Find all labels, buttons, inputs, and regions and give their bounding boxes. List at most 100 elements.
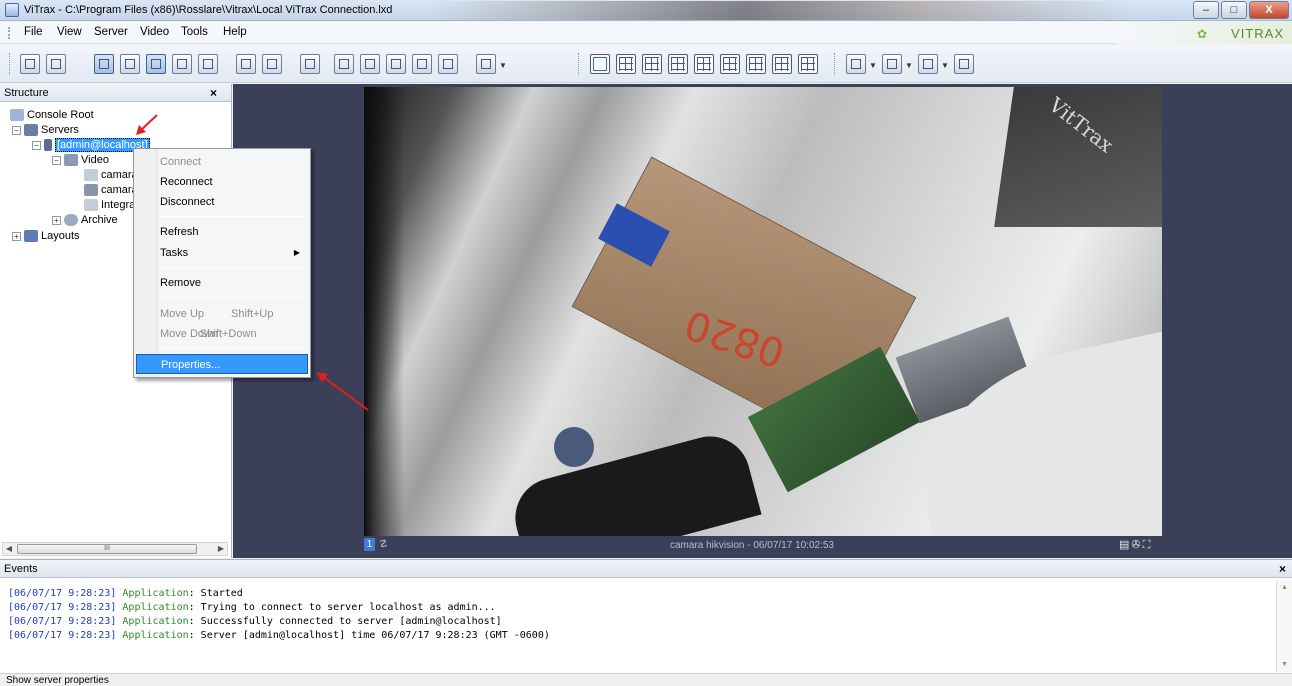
structure-close-icon[interactable]: × [210,86,217,100]
menu-connect[interactable]: Connect [136,152,308,172]
menu-tasks[interactable]: Tasks ▶ [136,243,308,263]
save-icon[interactable] [46,54,66,74]
scroll-thumb[interactable]: III [17,544,197,554]
window-title: ViTrax - C:\Program Files (x86)\Rosslare… [24,4,393,16]
ptz-preset-icon[interactable] [360,54,380,74]
layout-1plus12-icon[interactable] [772,54,792,74]
archive-icon [64,214,78,227]
event-time: [06/07/17 9:28:23] [8,630,117,641]
black-bag [506,427,762,536]
close-button[interactable]: X [1249,1,1289,19]
camera-view-icon[interactable] [846,54,866,74]
export-icon[interactable] [386,54,406,74]
layout-1plus7-icon[interactable] [720,54,740,74]
layout-2plus8-icon[interactable] [746,54,766,74]
motion-dropdown-icon[interactable]: ▼ [941,61,949,70]
video-area: VitTrax 0820 1 ☡ camara hikvision - 06/0… [233,84,1292,558]
menu-view[interactable]: View [55,26,84,38]
hand-pan-icon[interactable] [882,54,902,74]
menu-reconnect-label: Reconnect [160,176,213,188]
toolbar-separator [834,53,835,75]
menu-remove[interactable]: Remove [136,273,308,293]
menu-help[interactable]: Help [221,26,249,38]
layout-1plus5-icon[interactable] [694,54,714,74]
camera-video-feed[interactable]: VitTrax 0820 [364,87,1162,536]
toolbar: ▼ ▼ ▼ ▼ [0,45,1292,83]
menu-separator [160,216,308,217]
menu-refresh[interactable]: Refresh [136,222,308,242]
document-icon[interactable] [438,54,458,74]
edit-icon[interactable] [146,54,166,74]
menu-properties[interactable]: Properties... [136,354,308,374]
layout-2x2-icon[interactable] [616,54,636,74]
tree-item-servers[interactable]: − Servers [12,123,79,138]
submenu-arrow-icon: ▶ [293,248,300,257]
layout-3x3-icon[interactable] [642,54,662,74]
tree-item-video[interactable]: − Video [52,153,109,168]
structure-horizontal-scrollbar[interactable]: ◀ III ▶ [2,542,228,556]
tree-item-console-root[interactable]: Console Root [10,108,94,123]
context-menu: Connect Reconnect Disconnect Refresh Tas… [133,148,311,378]
maximize-button[interactable]: □ [1221,1,1247,19]
layout-1x1-icon[interactable] [590,54,610,74]
camera-icon [84,169,98,182]
preview-icon[interactable] [120,54,140,74]
tree-item-layouts[interactable]: + Layouts [12,229,80,244]
snapshot-icon[interactable] [236,54,256,74]
menu-video[interactable]: Video [138,26,171,38]
record-icon[interactable] [172,54,192,74]
open-icon[interactable] [20,54,40,74]
event-message: : Successfully connected to server [admi… [188,616,502,627]
events-vertical-scrollbar[interactable]: ▲ ▼ [1276,580,1292,672]
tree-item-camera-1[interactable]: camara [84,168,138,183]
ptz-icon[interactable] [334,54,354,74]
scroll-right-icon[interactable]: ▶ [215,543,227,555]
tree-item-integra[interactable]: Integra [84,198,135,213]
scroll-up-icon[interactable]: ▲ [1281,584,1288,591]
menu-refresh-label: Refresh [160,226,199,238]
event-message: : Trying to connect to server localhost … [188,602,496,613]
video-icon [64,154,78,167]
menu-move-up[interactable]: Move Up Shift+Up [136,304,308,324]
tree-item-server-admin[interactable]: − [admin@localhost] [32,138,150,153]
window-icon[interactable] [954,54,974,74]
menu-move-down[interactable]: Move Down Shift+Down [136,324,308,344]
tree-item-label: Servers [41,124,79,136]
menu-disconnect[interactable]: Disconnect [136,192,308,212]
scroll-down-icon[interactable]: ▼ [1281,661,1288,668]
layout-4x4-icon[interactable] [668,54,688,74]
event-time: [06/07/17 9:28:23] [8,588,117,599]
camera-cell-number[interactable]: 1 [364,538,375,551]
layout-custom-icon[interactable] [798,54,818,74]
collapse-icon[interactable]: − [52,155,61,165]
tree-item-label: Layouts [41,230,80,242]
expand-icon[interactable]: + [52,215,61,225]
devices-icon[interactable] [198,54,218,74]
tree-item-label: Integra [101,199,136,211]
menu-server[interactable]: Server [92,26,130,38]
collapse-icon[interactable]: − [12,125,21,135]
fullscreen-icon[interactable] [300,54,320,74]
disk-icon[interactable] [412,54,432,74]
collapse-icon[interactable]: − [32,140,41,150]
camera-view-dropdown-icon[interactable]: ▼ [869,61,877,70]
print-dropdown-icon[interactable]: ▼ [499,61,507,70]
camera-controls-icons[interactable]: ▤✇⛶ [1119,538,1152,552]
alarm-icon[interactable] [262,54,282,74]
minimize-button[interactable]: – [1193,1,1219,19]
person-head [554,427,594,467]
structure-view-icon[interactable] [94,54,114,74]
camera-icon [84,199,98,212]
events-close-icon[interactable]: × [1279,562,1286,576]
tree-item-camera-2[interactable]: camara [84,183,138,198]
tree-item-archive[interactable]: + Archive [52,213,118,228]
print-icon[interactable] [476,54,496,74]
menu-tools[interactable]: Tools [179,26,210,38]
menu-reconnect[interactable]: Reconnect [136,172,308,192]
scroll-left-icon[interactable]: ◀ [3,543,15,555]
menu-file[interactable]: File [22,26,45,38]
expand-icon[interactable]: + [12,231,21,241]
hand-pan-dropdown-icon[interactable]: ▼ [905,61,913,70]
layouts-icon [24,230,38,243]
motion-icon[interactable] [918,54,938,74]
